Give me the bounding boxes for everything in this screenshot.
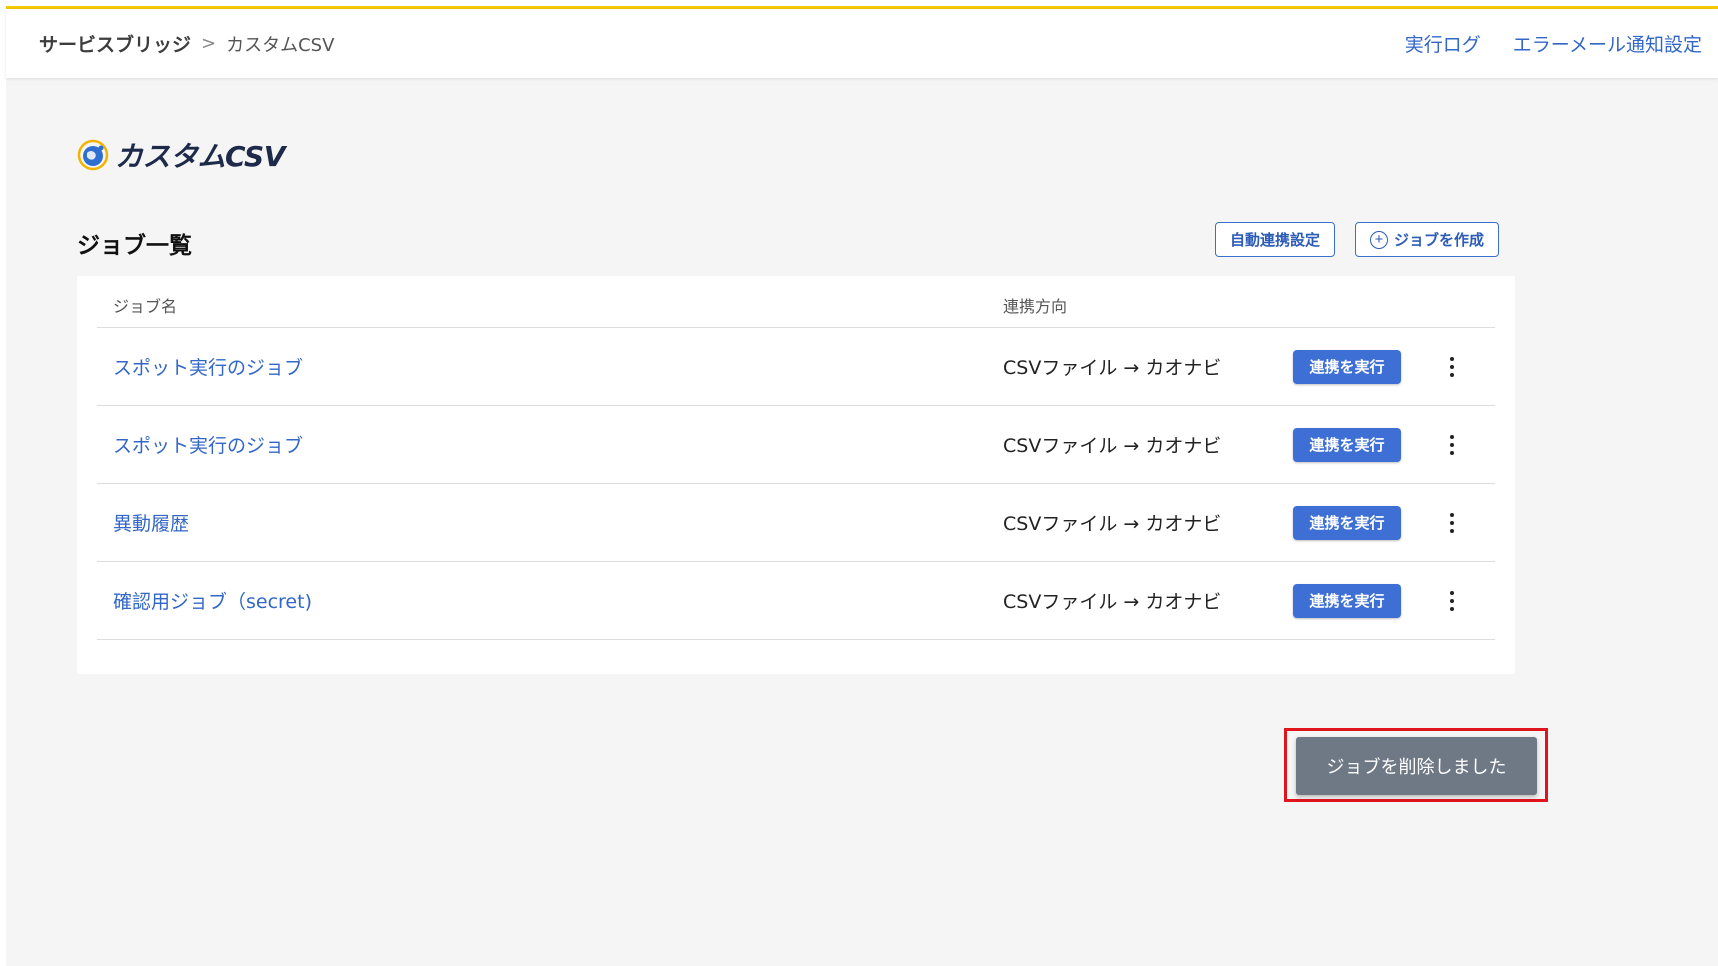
- breadcrumb: サービスブリッジ > カスタムCSV: [39, 30, 334, 57]
- job-direction: CSVファイル → カオナビ: [1003, 591, 1222, 613]
- table-header: ジョブ名 連携方向: [97, 276, 1495, 328]
- run-job-button[interactable]: 連携を実行: [1293, 427, 1401, 462]
- brand-logo: カスタムCSV: [77, 135, 285, 175]
- more-options-icon[interactable]: [1437, 434, 1467, 455]
- auto-settings-label: 自動連携設定: [1229, 232, 1320, 249]
- top-links: 実行ログ エラーメール通知設定: [1405, 30, 1702, 57]
- run-job-button[interactable]: 連携を実行: [1293, 505, 1401, 540]
- create-job-label: ジョブを作成: [1393, 232, 1484, 249]
- run-job-button[interactable]: 連携を実行: [1293, 583, 1401, 618]
- execution-log-link[interactable]: 実行ログ: [1405, 30, 1481, 57]
- plus-circle-icon: +: [1369, 230, 1388, 249]
- table-row: 異動履歴 CSVファイル → カオナビ 連携を実行: [97, 484, 1495, 562]
- column-job-name: ジョブ名: [113, 297, 178, 316]
- run-job-button[interactable]: 連携を実行: [1293, 349, 1401, 384]
- breadcrumb-current: カスタムCSV: [226, 34, 335, 56]
- page-title: ジョブ一覧: [77, 233, 192, 259]
- table-row: スポット実行のジョブ CSVファイル → カオナビ 連携を実行: [97, 328, 1495, 406]
- job-direction: CSVファイル → カオナビ: [1003, 435, 1222, 457]
- job-direction: CSVファイル → カオナビ: [1003, 513, 1222, 535]
- job-name-link[interactable]: 確認用ジョブ（secret): [113, 591, 312, 613]
- jobs-table: ジョブ名 連携方向 スポット実行のジョブ CSVファイル → カオナビ 連携を実…: [97, 276, 1495, 640]
- job-name-link[interactable]: スポット実行のジョブ: [113, 435, 303, 457]
- table-row: スポット実行のジョブ CSVファイル → カオナビ 連携を実行: [97, 406, 1495, 484]
- error-mail-settings-link[interactable]: エラーメール通知設定: [1513, 30, 1702, 57]
- more-options-icon[interactable]: [1437, 590, 1467, 611]
- chevron-right-icon: >: [201, 33, 217, 54]
- auto-settings-button[interactable]: 自動連携設定: [1214, 222, 1335, 257]
- more-options-icon[interactable]: [1437, 512, 1467, 533]
- jobs-card: ジョブ名 連携方向 スポット実行のジョブ CSVファイル → カオナビ 連携を実…: [77, 276, 1515, 674]
- create-job-button[interactable]: + ジョブを作成: [1354, 222, 1499, 257]
- job-name-link[interactable]: スポット実行のジョブ: [113, 357, 303, 379]
- more-options-icon[interactable]: [1437, 356, 1467, 377]
- job-actions: 自動連携設定 + ジョブを作成: [1214, 222, 1499, 257]
- job-name-link[interactable]: 異動履歴: [113, 513, 189, 535]
- globe-logo-icon: [77, 139, 109, 171]
- brand-name: カスタムCSV: [115, 140, 285, 173]
- toast-notification: ジョブを削除しました: [1296, 737, 1537, 795]
- breadcrumb-root-link[interactable]: サービスブリッジ: [39, 30, 191, 57]
- top-bar: サービスブリッジ > カスタムCSV 実行ログ エラーメール通知設定: [6, 9, 1718, 78]
- column-direction: 連携方向: [1003, 297, 1068, 316]
- table-row: 確認用ジョブ（secret) CSVファイル → カオナビ 連携を実行: [97, 562, 1495, 640]
- job-direction: CSVファイル → カオナビ: [1003, 357, 1222, 379]
